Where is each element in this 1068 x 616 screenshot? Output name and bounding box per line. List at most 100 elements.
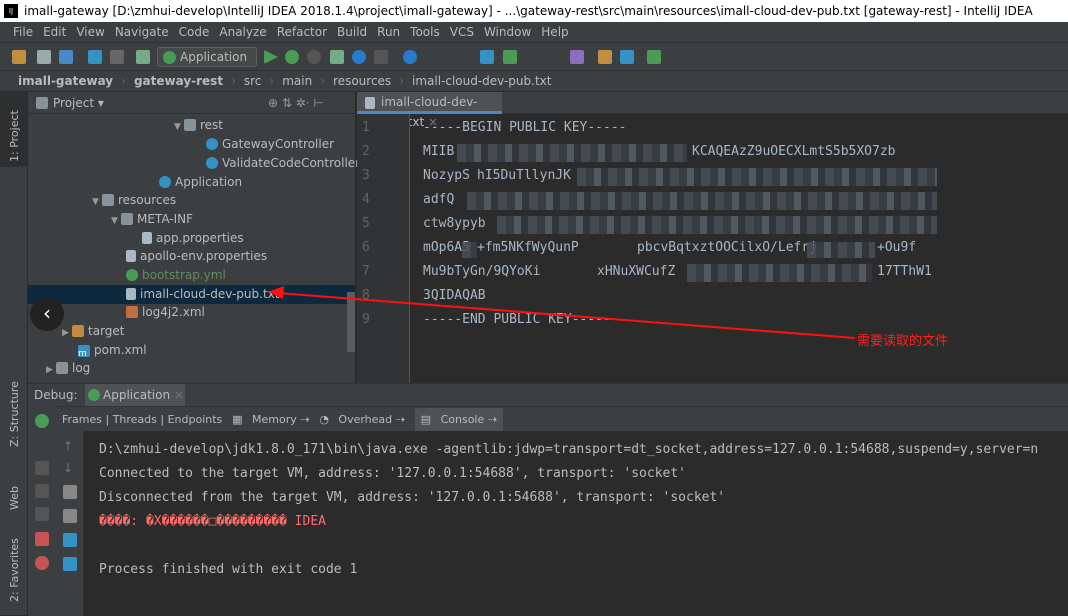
tab-overhead[interactable]: ◔ Overhead ⇢ — [319, 413, 405, 426]
code-line: 3QIDAQAB — [423, 288, 486, 303]
back-icon[interactable] — [88, 50, 102, 64]
down-arrow-icon[interactable]: ↓ — [63, 461, 77, 475]
menu-tools[interactable]: Tools — [405, 22, 445, 42]
editor-tab-active[interactable]: imall-cloud-dev-pub.txt × — [357, 92, 502, 129]
update-icon[interactable] — [403, 50, 417, 64]
save-icon[interactable] — [37, 50, 51, 64]
favorites-tool-button[interactable]: 2: Favorites — [8, 538, 21, 602]
crumb-imall-gateway[interactable]: imall-gateway — [18, 74, 113, 88]
editor[interactable]: imall-cloud-dev-pub.txt × 1 2 3 4 5 6 7 … — [357, 92, 1068, 383]
debug-panel: Debug: Application × ↑ ↓ Frames | Thread… — [28, 383, 1068, 616]
stop-icon[interactable] — [35, 507, 49, 521]
code-line: KCAQEAzZ9uOECXLmtS5b5XO7zb — [692, 144, 896, 159]
tree-item[interactable]: Application — [28, 173, 355, 192]
menu-window[interactable]: Window — [479, 22, 536, 42]
menu-refactor[interactable]: Refactor — [272, 22, 332, 42]
text-file-icon — [126, 288, 136, 300]
project-scrollbar[interactable] — [347, 292, 355, 352]
crumb-resources[interactable]: resources — [333, 74, 391, 88]
sdk-icon[interactable] — [647, 50, 661, 64]
project-structure-icon[interactable] — [620, 50, 634, 64]
resume-icon[interactable] — [35, 461, 49, 475]
overlay-back-button[interactable]: ‹ — [30, 297, 64, 331]
editor-tabs: imall-cloud-dev-pub.txt × — [357, 92, 1068, 129]
tree-item[interactable]: ▼ resources — [28, 191, 355, 210]
sync-icon[interactable] — [59, 50, 73, 64]
spring-icon — [88, 389, 100, 401]
tree-item[interactable]: log4j2.xml — [28, 303, 355, 322]
tree-item[interactable]: apollo-env.properties — [28, 247, 355, 266]
tree-item[interactable]: GatewayController — [28, 135, 355, 154]
properties-icon — [126, 250, 136, 262]
clear-icon[interactable] — [63, 557, 77, 571]
menu-analyze[interactable]: Analyze — [214, 22, 271, 42]
bug-icon[interactable] — [35, 414, 49, 428]
run-icon[interactable] — [264, 50, 278, 64]
menu-file[interactable]: File — [8, 22, 38, 42]
code-line: NozypS — [423, 168, 470, 183]
project-panel: Project ▾ ⊕ ⇅ ✲· ⊢ ▼ rest GatewayControll… — [28, 92, 360, 383]
pixelated-redaction — [462, 242, 477, 258]
tree-item[interactable]: ▼ rest — [28, 116, 355, 135]
crumb-file[interactable]: imall-cloud-dev-pub.txt — [412, 74, 551, 88]
menu-build[interactable]: Build — [332, 22, 372, 42]
tree-item[interactable]: ▼ META-INF — [28, 210, 355, 229]
gauge-icon[interactable] — [352, 50, 366, 64]
tab-frames-threads[interactable]: Frames | Threads | Endpoints — [62, 413, 222, 426]
vcs-update-icon[interactable] — [480, 50, 494, 64]
tree-item[interactable]: app.properties — [28, 229, 355, 248]
view-breakpoints-icon[interactable] — [35, 532, 49, 546]
debug-label: Debug: — [34, 388, 78, 402]
breadcrumb: imall-gateway › gateway-rest › src › main › … — [0, 70, 1068, 92]
tree-item[interactable]: ValidateCodeController — [28, 154, 360, 173]
stop-icon[interactable] — [374, 50, 388, 64]
tree-item[interactable]: ▶ log — [28, 359, 355, 378]
structure-tool-button[interactable]: Z: Structure — [8, 381, 21, 447]
pixelated-redaction — [457, 144, 687, 162]
debug-side-toolbar — [28, 406, 56, 616]
up-arrow-icon[interactable]: ↑ — [63, 439, 77, 453]
pause-icon[interactable] — [35, 484, 49, 498]
tree-item[interactable]: bootstrap.yml — [28, 266, 355, 285]
pixelated-redaction — [467, 192, 937, 210]
menu-help[interactable]: Help — [536, 22, 573, 42]
scroll-end-icon[interactable] — [63, 509, 77, 523]
class-icon — [159, 176, 171, 188]
menu-view[interactable]: View — [71, 22, 109, 42]
debug-tabs-bar: Frames | Threads | Endpoints ▦ Memory ⇢ … — [56, 406, 1068, 431]
coverage-icon[interactable] — [307, 50, 321, 64]
soft-wrap-icon[interactable] — [63, 485, 77, 499]
settings-icon[interactable] — [598, 50, 612, 64]
forward-icon[interactable] — [110, 50, 124, 64]
menu-code[interactable]: Code — [174, 22, 215, 42]
menu-vcs[interactable]: VCS — [445, 22, 479, 42]
tab-console[interactable]: ▤ Console ⇢ — [414, 408, 503, 431]
crumb-src[interactable]: src — [244, 74, 262, 88]
project-view-select[interactable]: Project — [53, 96, 94, 110]
open-icon[interactable] — [12, 50, 26, 64]
build-icon[interactable] — [136, 50, 150, 64]
tree-item[interactable]: ▶ target — [28, 322, 355, 341]
project-view-icon — [36, 97, 48, 109]
code-line: -----END PUBLIC KEY----- — [423, 312, 611, 327]
tree-item-selected[interactable]: imall-cloud-dev-pub.txt — [28, 285, 355, 304]
crumb-main[interactable]: main — [282, 74, 312, 88]
panel-actions-icons[interactable]: ⊕ ⇅ ✲· ⊢ — [268, 92, 324, 114]
debug-icon[interactable] — [285, 50, 299, 64]
menu-edit[interactable]: Edit — [38, 22, 71, 42]
mute-breakpoints-icon[interactable] — [35, 556, 49, 570]
print-icon[interactable] — [63, 533, 77, 547]
tree-item[interactable]: m pom.xml — [28, 341, 355, 360]
revert-icon[interactable] — [570, 50, 584, 64]
debug-session-tab[interactable]: Application × — [85, 384, 185, 406]
project-tool-button[interactable]: 1: Project — [8, 110, 21, 162]
menu-run[interactable]: Run — [372, 22, 405, 42]
run-config-select[interactable]: Application ▾ — [157, 47, 257, 82]
crumb-gateway-rest[interactable]: gateway-rest — [134, 74, 223, 88]
vcs-commit-icon[interactable] — [503, 50, 517, 64]
tab-memory[interactable]: ▦ Memory ⇢ — [232, 413, 309, 426]
menu-navigate[interactable]: Navigate — [110, 22, 174, 42]
web-tool-button[interactable]: Web — [8, 486, 21, 510]
profile-icon[interactable] — [330, 50, 344, 64]
close-icon: × — [173, 388, 184, 402]
